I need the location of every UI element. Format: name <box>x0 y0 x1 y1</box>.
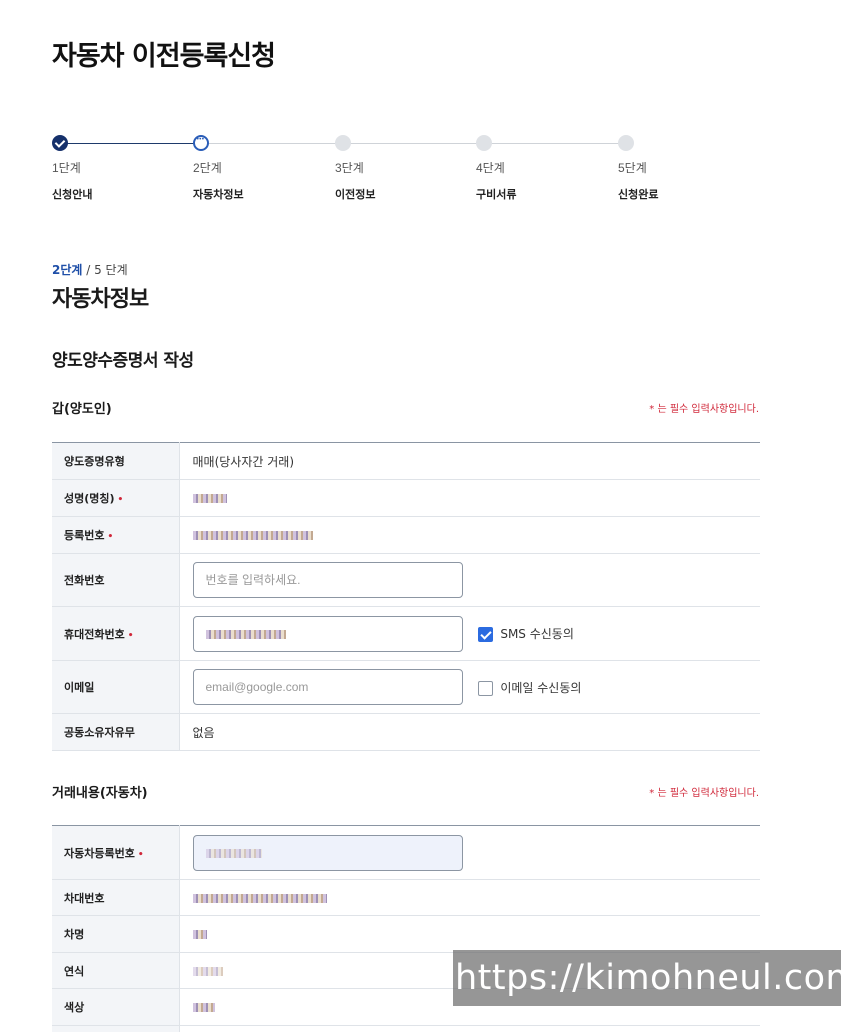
transferor-table: 양도증명유형 매매(당사자간 거래) 성명(명칭) • 등록번호 • 전화번호 번호… <box>52 442 760 751</box>
progress-stepper: 1단계 신청안내 2단계 자동차정보 3단계 이전정보 4단계 구비서류 5단계… <box>52 135 672 205</box>
table-row: 차명 <box>52 915 760 953</box>
name-value <box>179 479 760 517</box>
sms-consent-label: SMS 수신동의 <box>500 627 574 641</box>
step-name: 구비서류 <box>476 188 517 201</box>
step-name: 이전정보 <box>335 188 376 201</box>
masked-value <box>192 930 207 939</box>
table-row <box>52 1025 760 1032</box>
step-5: 5단계 신청완료 <box>618 135 728 202</box>
section-title: 자동차정보 <box>52 287 149 312</box>
step-number: 5단계 <box>618 161 647 175</box>
total-steps: / 5 단계 <box>82 263 128 277</box>
current-step: 2단계 <box>52 263 83 277</box>
required-note: * 는 필수 입력사항입니다. <box>649 404 759 415</box>
row-label <box>52 1025 180 1032</box>
car-reg-cell <box>179 825 760 880</box>
step-name: 자동차정보 <box>193 188 244 201</box>
masked-value <box>205 629 286 639</box>
table-row: 양도증명유형 매매(당사자간 거래) <box>52 442 760 480</box>
table-row: 자동차등록번호 • <box>52 825 760 880</box>
step-number: 3단계 <box>335 161 364 175</box>
deal-title: 거래내용(자동차) <box>52 786 148 801</box>
row-label: 차대번호 <box>52 879 180 916</box>
table-row: 성명(명칭) • <box>52 479 760 517</box>
row-label: 성명(명칭) • <box>52 479 180 517</box>
step-number: 4단계 <box>476 161 505 175</box>
required-mark: • <box>127 630 134 641</box>
row-label: 양도증명유형 <box>52 442 180 480</box>
step-pending-icon <box>476 135 492 151</box>
masked-value <box>192 966 223 976</box>
step-pending-icon <box>618 135 634 151</box>
checkbox-unchecked-icon <box>478 680 494 696</box>
car-name-value <box>179 915 760 953</box>
sub-title: 양도양수증명서 작성 <box>52 351 194 371</box>
sms-consent-checkbox[interactable]: SMS 수신동의 <box>478 625 574 642</box>
row-label-text: 등록번호 <box>64 529 105 542</box>
table-row: 전화번호 번호를 입력하세요. <box>52 553 760 607</box>
step-number: 2단계 <box>193 161 222 175</box>
step-indicator: 2단계 / 5 단계 <box>52 261 128 278</box>
mobile-input[interactable] <box>192 615 463 652</box>
table-row: 휴대전화번호 • SMS 수신동의 <box>52 606 760 661</box>
email-consent-checkbox[interactable]: 이메일 수신동의 <box>478 679 581 696</box>
reg-no-value <box>179 516 760 554</box>
co-owner-value: 없음 <box>179 713 760 751</box>
step-4: 4단계 구비서류 <box>476 135 586 202</box>
car-reg-no-input[interactable] <box>192 834 463 871</box>
row-label: 색상 <box>52 988 180 1026</box>
phone-cell: 번호를 입력하세요. <box>179 553 760 607</box>
vin-value <box>179 879 760 916</box>
row-value <box>179 1025 760 1032</box>
row-label: 연식 <box>52 952 180 989</box>
transferor-title: 갑(양도인) <box>52 402 112 417</box>
proof-type-value: 매매(당사자간 거래) <box>179 442 760 480</box>
required-mark: • <box>107 532 114 542</box>
masked-value <box>192 893 327 903</box>
step-number: 1단계 <box>52 161 81 175</box>
row-label: 전화번호 <box>52 553 180 607</box>
masked-value <box>192 1003 215 1012</box>
row-label-text: 성명(명칭) <box>64 492 115 505</box>
checkbox-checked-icon <box>478 627 494 642</box>
step-1: 1단계 신청안내 <box>52 135 162 202</box>
table-row: 등록번호 • <box>52 516 760 554</box>
row-label: 등록번호 • <box>52 516 180 554</box>
table-row: 차대번호 <box>52 879 760 916</box>
required-note: * 는 필수 입력사항입니다. <box>649 788 759 799</box>
masked-value <box>205 848 262 858</box>
row-label-text: 자동차등록번호 <box>64 846 135 860</box>
required-mark: • <box>117 495 124 505</box>
row-label-text: 휴대전화번호 <box>64 627 125 641</box>
step-name: 신청완료 <box>618 188 659 201</box>
row-label: 이메일 <box>52 660 180 714</box>
row-label: 자동차등록번호 • <box>52 825 180 880</box>
phone-input[interactable]: 번호를 입력하세요. <box>192 562 463 598</box>
step-pending-icon <box>335 135 351 151</box>
email-cell: email@google.com 이메일 수신동의 <box>179 660 760 714</box>
email-consent-label: 이메일 수신동의 <box>500 680 582 695</box>
masked-value <box>192 531 313 540</box>
step-2: 2단계 자동차정보 <box>193 135 303 202</box>
row-label: 공동소유자유무 <box>52 713 180 751</box>
page-title: 자동차 이전등록신청 <box>52 41 276 72</box>
required-mark: • <box>137 849 144 860</box>
email-input[interactable]: email@google.com <box>192 669 463 705</box>
row-label: 휴대전화번호 • <box>52 606 180 661</box>
step-name: 신청안내 <box>52 188 93 201</box>
row-label: 차명 <box>52 915 180 953</box>
step-3: 3단계 이전정보 <box>335 135 445 202</box>
table-row: 이메일 email@google.com 이메일 수신동의 <box>52 660 760 714</box>
step-done-check-icon <box>52 135 68 151</box>
table-row: 공동소유자유무 없음 <box>52 713 760 751</box>
step-current-icon <box>193 135 209 151</box>
mobile-cell: SMS 수신동의 <box>179 606 760 661</box>
masked-value <box>192 494 227 503</box>
watermark: https://kimohneul.com <box>453 950 860 1006</box>
